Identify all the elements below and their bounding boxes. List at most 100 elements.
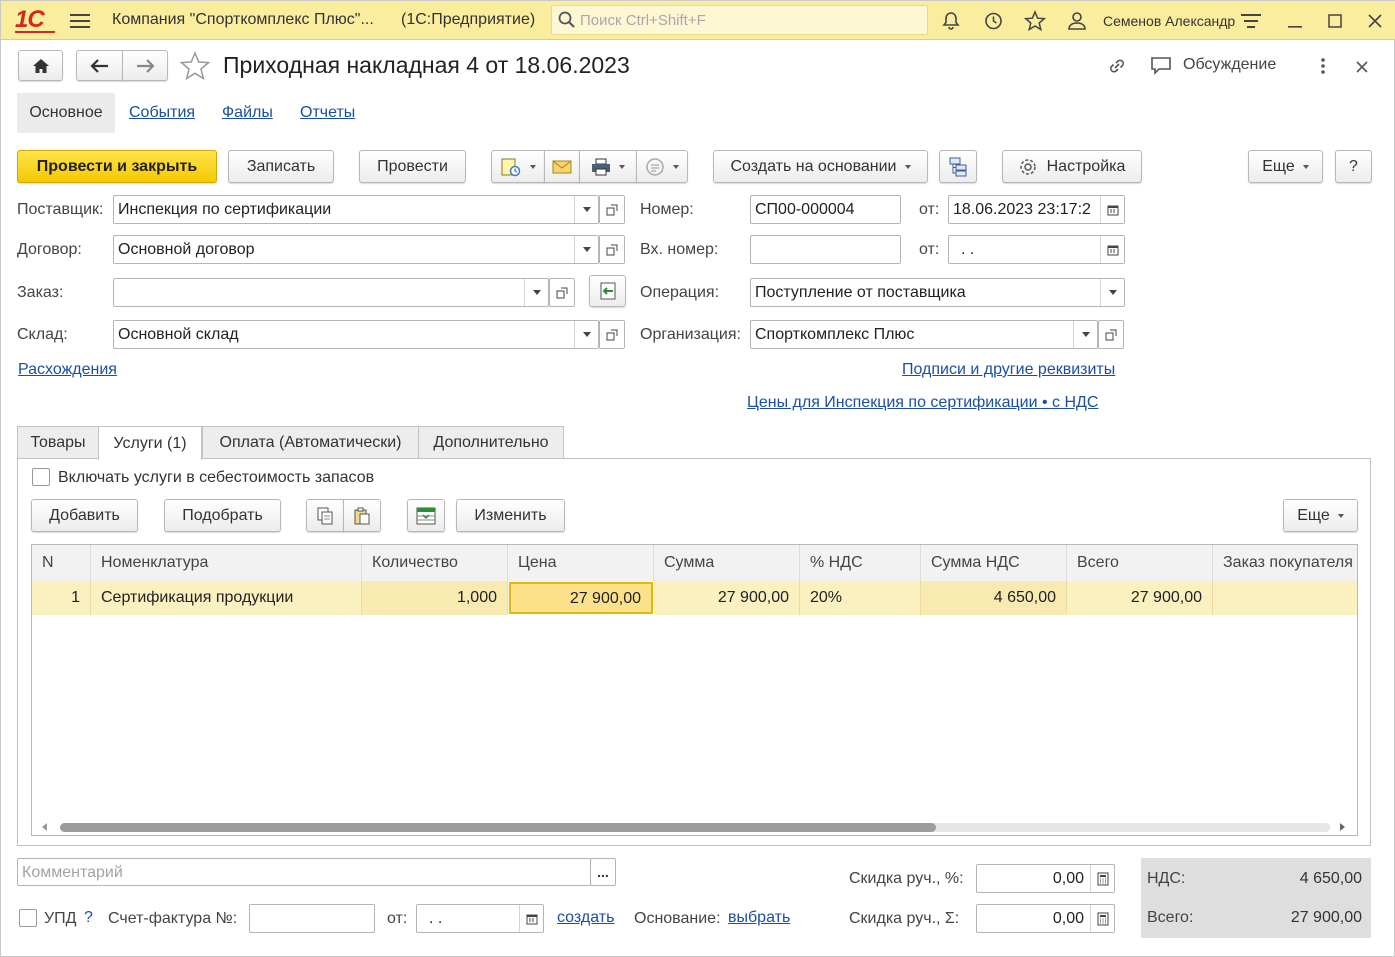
org-open-button[interactable] — [1098, 320, 1124, 349]
col-header-sum[interactable]: Сумма — [654, 545, 800, 581]
supplier-dropdown-icon[interactable] — [574, 196, 598, 223]
col-header-item[interactable]: Номенклатура — [91, 545, 362, 581]
discussion-link[interactable]: Обсуждение — [1183, 56, 1276, 74]
bell-icon[interactable] — [939, 9, 963, 33]
contract-dropdown-icon[interactable] — [574, 236, 598, 263]
change-button[interactable]: Изменить — [456, 499, 565, 532]
col-header-n[interactable]: N — [32, 545, 91, 581]
signatures-link[interactable]: Подписи и другие реквизиты — [902, 361, 1115, 379]
cell-sum[interactable]: 27 900,00 — [654, 581, 800, 615]
link-icon[interactable] — [1105, 55, 1129, 82]
tab-payment[interactable]: Оплата (Автоматически) — [202, 426, 419, 459]
prices-link[interactable]: Цены для Инспекция по сертификации • с Н… — [747, 394, 1098, 412]
in-date-field[interactable]: . . — [948, 235, 1125, 264]
calculator-icon[interactable] — [1090, 865, 1114, 892]
fill-by-order-button[interactable] — [589, 275, 626, 307]
operation-field[interactable]: Поступление от поставщика — [750, 278, 1125, 307]
close-app-icon[interactable] — [1363, 9, 1387, 33]
cell-item[interactable]: Сертификация продукции — [91, 581, 362, 615]
settings-lines-icon[interactable] — [1239, 9, 1263, 33]
copy-rows-button[interactable] — [306, 499, 344, 532]
calendar-icon[interactable] — [1100, 236, 1124, 263]
order-dropdown-icon[interactable] — [524, 279, 548, 306]
services-table[interactable]: N Номенклатура Количество Цена Сумма % Н… — [31, 544, 1358, 836]
more-button[interactable]: Еще — [1248, 150, 1323, 183]
star-icon[interactable] — [1023, 9, 1047, 33]
invoice-date-field[interactable]: . . — [416, 904, 544, 933]
tab-services[interactable]: Услуги (1) — [98, 426, 202, 460]
cell-customer-order[interactable] — [1213, 581, 1357, 615]
print-button[interactable] — [579, 150, 637, 183]
warehouse-open-button[interactable] — [599, 320, 625, 349]
scroll-left-icon[interactable] — [42, 823, 47, 831]
in-number-field[interactable] — [750, 235, 901, 264]
nav-tab-files[interactable]: Файлы — [222, 104, 273, 122]
email-button[interactable] — [544, 150, 580, 183]
cell-vat-sum[interactable]: 4 650,00 — [921, 581, 1067, 615]
grid-more-button[interactable]: Еще — [1283, 499, 1358, 532]
number-field[interactable]: СП00-000004 — [750, 195, 901, 224]
contract-field[interactable]: Основной договор — [113, 235, 599, 264]
scrollbar-thumb[interactable] — [60, 823, 936, 832]
home-button[interactable] — [18, 50, 63, 81]
forward-button[interactable] — [122, 50, 168, 81]
discount-pct-field[interactable]: 0,00 — [976, 864, 1115, 893]
col-header-customer-order[interactable]: Заказ покупателя — [1213, 545, 1357, 581]
cell-vat-rate[interactable]: 20% — [800, 581, 921, 615]
back-button[interactable] — [76, 50, 123, 81]
org-field[interactable]: Спорткомплекс Плюс — [750, 320, 1098, 349]
fill-column-button[interactable] — [407, 499, 445, 532]
contract-open-button[interactable] — [599, 235, 625, 264]
favorite-star-icon[interactable] — [179, 51, 211, 86]
nav-tab-events[interactable]: События — [129, 104, 195, 122]
discussion-icon[interactable] — [1150, 56, 1172, 81]
user-icon[interactable] — [1065, 9, 1089, 33]
col-header-price[interactable]: Цена — [508, 545, 654, 581]
paste-rows-button[interactable] — [343, 499, 381, 532]
logo-1c[interactable]: 1С — [15, 6, 45, 34]
cell-n[interactable]: 1 — [32, 581, 91, 615]
minimize-icon[interactable] — [1283, 9, 1307, 33]
order-field[interactable] — [113, 278, 549, 307]
supplier-open-button[interactable] — [599, 195, 625, 224]
discrepancies-link[interactable]: Расхождения — [18, 361, 117, 379]
col-header-vat-rate[interactable]: % НДС — [800, 545, 921, 581]
create-based-on-button[interactable]: Создать на основании — [713, 150, 928, 183]
comment-field[interactable]: Комментарий — [17, 858, 591, 886]
warehouse-field[interactable]: Основной склад — [113, 320, 599, 349]
more-vertical-icon[interactable] — [1319, 57, 1327, 80]
calculator-icon[interactable] — [1090, 905, 1114, 932]
tab-additional[interactable]: Дополнительно — [418, 426, 564, 459]
menu-icon[interactable] — [68, 9, 92, 33]
invoice-number-field[interactable] — [249, 904, 375, 933]
close-form-icon[interactable] — [1356, 60, 1368, 78]
structure-doc-button[interactable] — [491, 150, 545, 183]
warehouse-dropdown-icon[interactable] — [574, 321, 598, 348]
structure-button[interactable] — [939, 150, 977, 183]
operation-dropdown-icon[interactable] — [1100, 279, 1124, 306]
cell-qty[interactable]: 1,000 — [362, 581, 508, 615]
add-row-button[interactable]: Добавить — [31, 499, 138, 532]
order-open-button[interactable] — [549, 278, 575, 307]
org-dropdown-icon[interactable] — [1073, 321, 1097, 348]
history-icon[interactable] — [981, 9, 1005, 33]
calendar-icon[interactable] — [1100, 196, 1124, 223]
create-invoice-link[interactable]: создать — [557, 909, 614, 927]
save-button[interactable]: Записать — [228, 150, 334, 183]
supplier-field[interactable]: Инспекция по сертификации — [113, 195, 599, 224]
basis-select-link[interactable]: выбрать — [728, 909, 790, 927]
discount-sum-field[interactable]: 0,00 — [976, 904, 1115, 933]
scroll-right-icon[interactable] — [1340, 823, 1345, 831]
cell-price[interactable]: 27 900,00 — [509, 582, 653, 614]
pick-button[interactable]: Подобрать — [164, 499, 281, 532]
user-name[interactable]: Семенов Александр — [1103, 13, 1235, 29]
cell-total[interactable]: 27 900,00 — [1067, 581, 1213, 615]
date-field[interactable]: 18.06.2023 23:17:2 — [948, 195, 1125, 224]
edo-button[interactable] — [636, 150, 688, 183]
upd-help-icon[interactable]: ? — [84, 909, 93, 927]
search-input[interactable]: Поиск Ctrl+Shift+F — [551, 5, 928, 35]
settings-button[interactable]: Настройка — [1002, 150, 1142, 183]
col-header-qty[interactable]: Количество — [362, 545, 508, 581]
post-and-close-button[interactable]: Провести и закрыть — [17, 150, 217, 183]
nav-tab-reports[interactable]: Отчеты — [300, 104, 355, 122]
